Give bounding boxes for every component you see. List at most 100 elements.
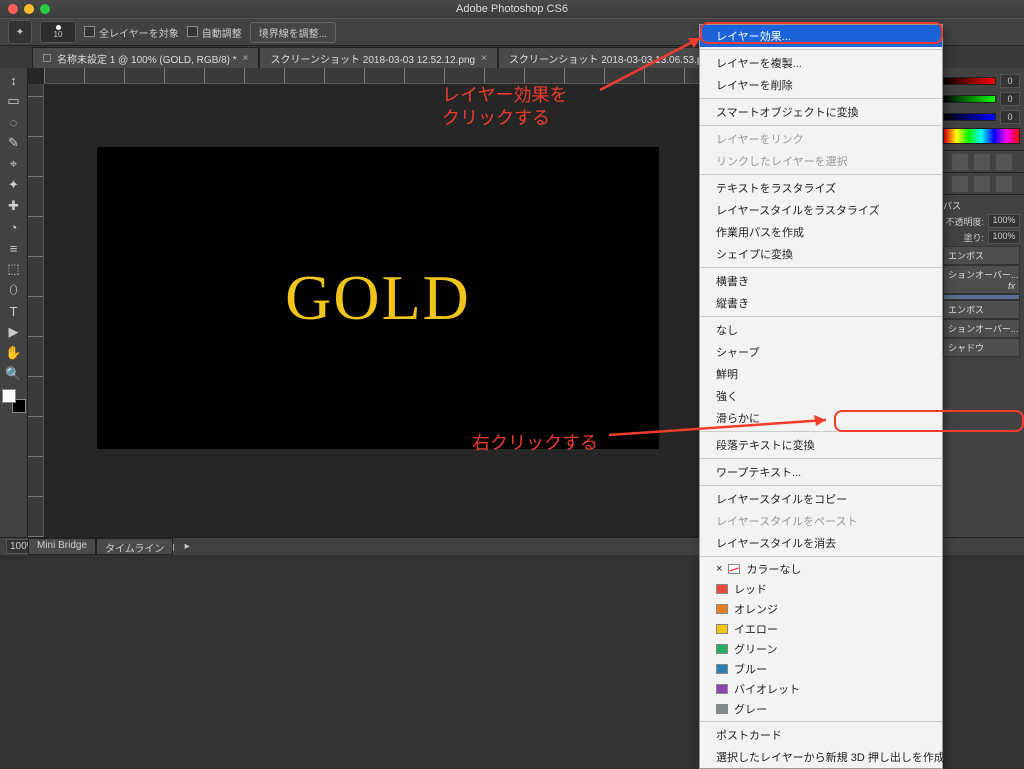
brush-size-value: 10 <box>54 30 63 39</box>
menu-color-item[interactable]: イエロー <box>700 619 942 639</box>
color-swatch-icon <box>716 644 728 654</box>
menu-item[interactable]: レイヤースタイルをコピー <box>700 488 942 510</box>
brush-size-well[interactable]: 10 <box>40 21 76 43</box>
menu-separator <box>700 485 942 486</box>
mini-tabs: Mini Bridgeタイムライン <box>28 538 173 555</box>
layer-item[interactable]: ションオーバー... <box>943 319 1020 338</box>
annotation-arrow-top <box>590 30 720 100</box>
mini-tab[interactable]: タイムライン <box>96 538 173 555</box>
tool-button[interactable]: ◔ <box>2 217 26 237</box>
fill-label: 塗り: <box>963 231 984 244</box>
menu-item[interactable]: レイヤースタイルをラスタライズ <box>700 199 942 221</box>
menu-item[interactable]: シェイプに変換 <box>700 243 942 265</box>
adjustments-panel-tab[interactable] <box>939 151 1024 173</box>
menu-item[interactable]: 選択したレイヤーから新規 3D 押し出しを作成 <box>700 746 942 768</box>
tool-button[interactable]: ⬯ <box>2 280 26 300</box>
menu-color-item[interactable]: オレンジ <box>700 599 942 619</box>
b-slider[interactable] <box>943 113 996 121</box>
artboard[interactable]: GOLD <box>98 148 658 448</box>
layer-item[interactable]: エンボス <box>943 300 1020 319</box>
r-value[interactable]: 0 <box>1000 74 1020 88</box>
menu-item[interactable]: スマートオブジェクトに変換 <box>700 101 942 123</box>
tool-button[interactable]: ≡ <box>2 238 26 258</box>
menu-color-item[interactable]: グリーン <box>700 639 942 659</box>
right-panels: 0 0 0 パス 不透明度:100% 塗り:100% エンボスションオーバー..… <box>938 68 1024 537</box>
layer-item[interactable]: ションオーバー...fx <box>943 265 1020 294</box>
menu-item[interactable]: 強く <box>700 385 942 407</box>
mini-tab[interactable]: Mini Bridge <box>28 538 96 555</box>
menu-color-item[interactable]: バイオレット <box>700 679 942 699</box>
layer-context-menu: レイヤー効果... レイヤーを複製...レイヤーを削除スマートオブジェクトに変換レ… <box>699 24 943 769</box>
document-tab[interactable]: 名称未設定 1 @ 100% (GOLD, RGB/8) *× <box>32 47 259 68</box>
menu-item[interactable]: ワープテキスト... <box>700 461 942 483</box>
menu-item[interactable]: 横書き <box>700 270 942 292</box>
refine-edge-button[interactable]: 境界線を調整... <box>250 22 336 43</box>
menu-item[interactable]: テキストをラスタライズ <box>700 177 942 199</box>
toolbox: ↕▭◌✎⌖✦✚◔≡⬚⬯T▶✋🔍 <box>0 68 28 537</box>
g-slider[interactable] <box>943 95 996 103</box>
menu-separator <box>700 98 942 99</box>
fx-badge: fx <box>1008 281 1015 291</box>
menu-item[interactable]: シャープ <box>700 341 942 363</box>
menu-separator <box>700 174 942 175</box>
menu-item[interactable]: レイヤースタイルを消去 <box>700 532 942 554</box>
menu-color-item[interactable]: レッド <box>700 579 942 599</box>
menu-item[interactable]: レイヤーを複製... <box>700 52 942 74</box>
menu-separator <box>700 316 942 317</box>
color-swatches[interactable] <box>2 389 26 413</box>
close-icon[interactable]: × <box>481 53 487 64</box>
tool-preset-icon[interactable]: ✦ <box>8 20 32 44</box>
g-value[interactable]: 0 <box>1000 92 1020 106</box>
layers-panel: パス 不透明度:100% 塗り:100% エンボスションオーバー...fxエンボ… <box>939 195 1024 537</box>
menu-color-item[interactable]: グレー <box>700 699 942 719</box>
tool-button[interactable]: ✚ <box>2 196 26 216</box>
menu-item[interactable]: ポストカード <box>700 724 942 746</box>
menu-item[interactable]: 縦書き <box>700 292 942 314</box>
all-layers-checkbox[interactable]: 全レイヤーを対象 <box>84 25 179 40</box>
annotation-text-bottom: 右クリックする <box>472 432 598 455</box>
layer-item[interactable]: エンボス <box>943 246 1020 265</box>
menu-item[interactable]: レイヤーを削除 <box>700 74 942 96</box>
color-panel: 0 0 0 <box>939 68 1024 151</box>
tool-button[interactable]: ✋ <box>2 343 26 363</box>
color-swatch-icon <box>716 584 728 594</box>
info-chevron-icon[interactable]: ▸ <box>185 541 190 552</box>
menu-item: リンクしたレイヤーを選択 <box>700 150 942 172</box>
tool-button[interactable]: ⌖ <box>2 154 26 174</box>
auto-adjust-checkbox[interactable]: 自動調整 <box>187 25 242 40</box>
mac-titlebar: Adobe Photoshop CS6 <box>0 0 1024 18</box>
menu-item[interactable]: 鮮明 <box>700 363 942 385</box>
layer-item[interactable]: シャドウ <box>943 338 1020 357</box>
tool-button[interactable]: ▶ <box>2 322 26 342</box>
styles-panel-tab[interactable] <box>939 173 1024 195</box>
tool-button[interactable]: T <box>2 301 26 321</box>
opacity-label: 不透明度: <box>945 215 984 228</box>
tool-button[interactable]: ⬚ <box>2 259 26 279</box>
close-icon[interactable]: × <box>243 53 249 64</box>
tool-button[interactable]: ▭ <box>2 91 26 111</box>
spectrum-strip[interactable] <box>943 128 1020 144</box>
menu-color-item[interactable]: ブルー <box>700 659 942 679</box>
b-value[interactable]: 0 <box>1000 110 1020 124</box>
tool-button[interactable]: ↕ <box>2 70 26 90</box>
menu-item: レイヤーをリンク <box>700 128 942 150</box>
color-swatch-icon <box>716 604 728 614</box>
r-slider[interactable] <box>943 77 996 85</box>
tool-button[interactable]: ✦ <box>2 175 26 195</box>
tool-button[interactable]: ✎ <box>2 133 26 153</box>
fill-field[interactable]: 100% <box>988 230 1020 244</box>
menu-item[interactable]: レイヤー効果... <box>700 25 942 47</box>
color-swatch-icon <box>716 664 728 674</box>
document-tab[interactable]: スクリーンショット 2018-03-03 12.52.12.png× <box>259 47 497 68</box>
tool-button[interactable]: ◌ <box>2 112 26 132</box>
opacity-field[interactable]: 100% <box>988 214 1020 228</box>
canvas-text-gold[interactable]: GOLD <box>98 148 658 448</box>
menu-separator <box>700 49 942 50</box>
menu-item[interactable]: なし <box>700 319 942 341</box>
menu-color-item[interactable]: ×カラーなし <box>700 559 942 579</box>
tool-button[interactable]: 🔍 <box>2 364 26 384</box>
paths-tab[interactable]: パス <box>943 199 1020 212</box>
menu-item[interactable]: 作業用パスを作成 <box>700 221 942 243</box>
annotation-text-top: レイヤー効果を クリックする <box>442 84 567 131</box>
menu-separator <box>700 721 942 722</box>
